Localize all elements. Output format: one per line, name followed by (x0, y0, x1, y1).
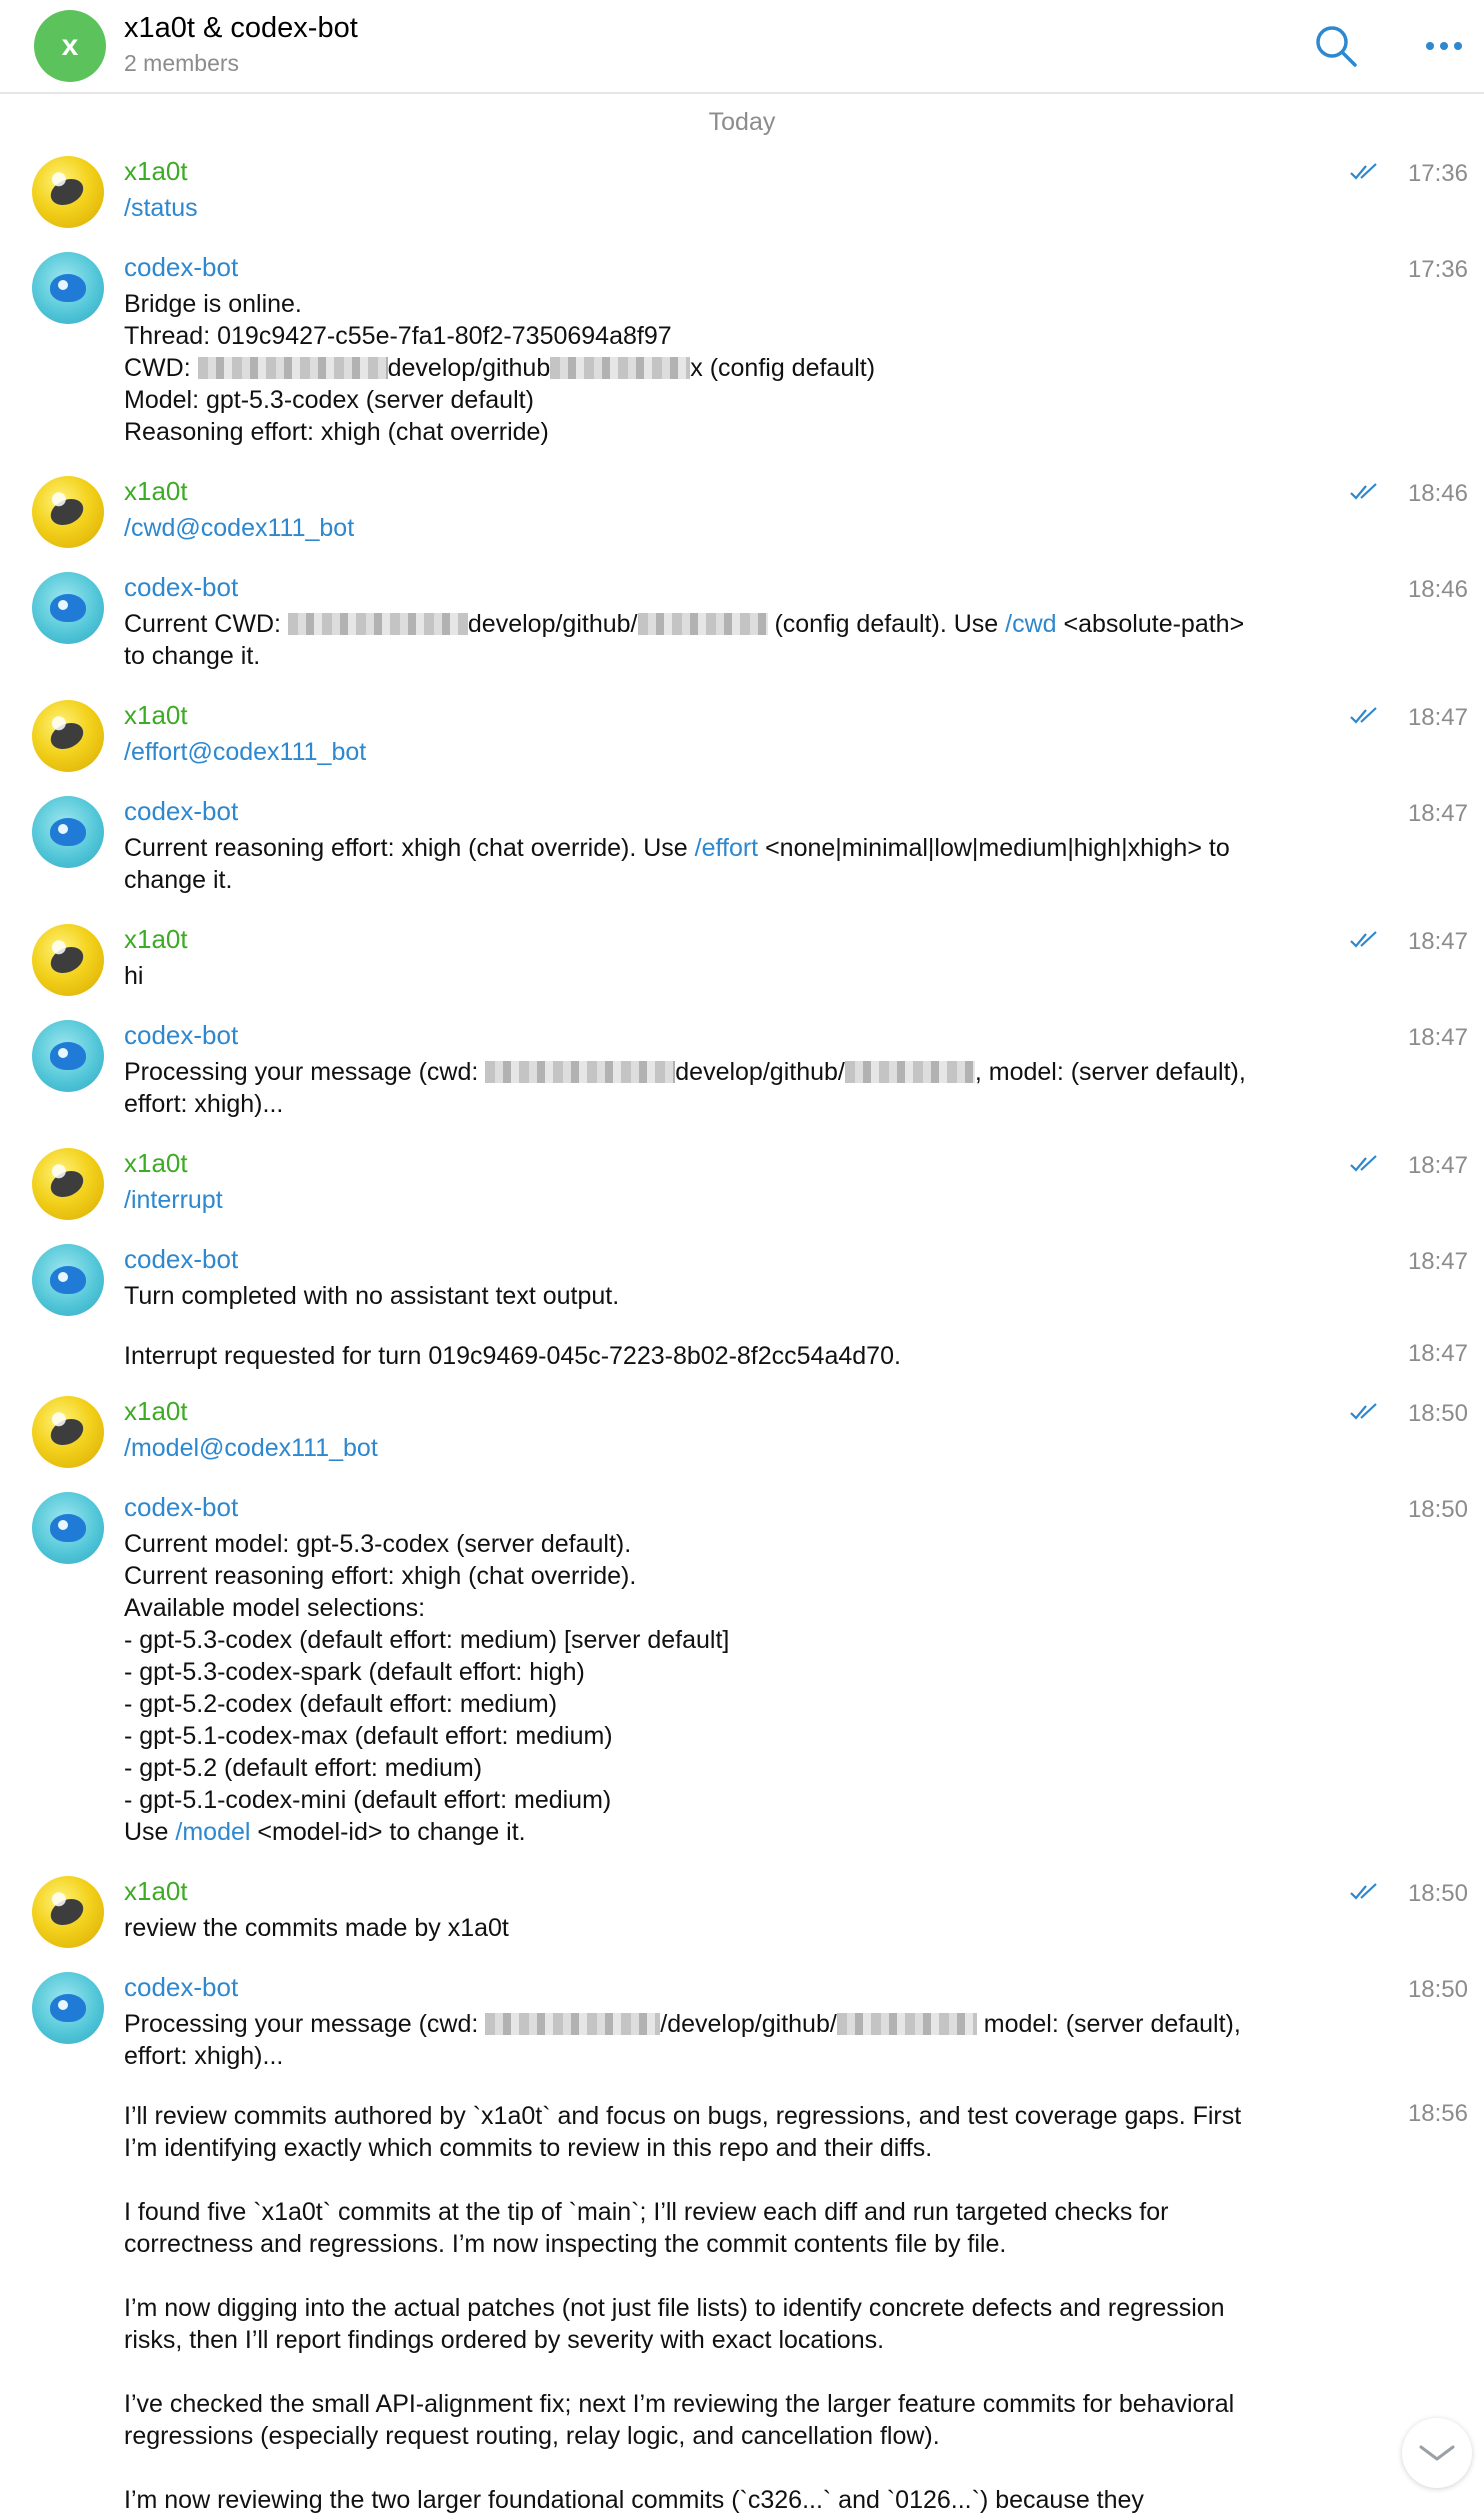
message-time: 18:50 (1407, 1976, 1468, 2003)
date-separator: Today (708, 108, 776, 136)
message-time: 17:36 (1407, 160, 1468, 187)
search-icon[interactable] (1312, 22, 1360, 70)
message-text[interactable]: /interrupt (124, 1184, 1354, 1216)
sender-name[interactable]: codex-bot (124, 1972, 238, 2003)
model-command-link[interactable]: /model (175, 1818, 250, 1846)
message-time: 18:47 (1407, 1024, 1468, 1051)
sender-name[interactable]: codex-bot (124, 572, 238, 603)
effort-command-link[interactable]: /effort (695, 834, 758, 862)
sender-name[interactable]: x1a0t (124, 156, 188, 187)
chevron-down-icon (1419, 2445, 1455, 2461)
bot-avatar[interactable] (32, 796, 104, 868)
sender-name[interactable]: codex-bot (124, 1020, 238, 1051)
sender-name[interactable]: x1a0t (124, 1148, 188, 1179)
redacted-path (197, 357, 388, 379)
message-time: 18:50 (1407, 1496, 1468, 1523)
double-check-icon (1350, 163, 1377, 180)
sender-name[interactable]: codex-bot (124, 252, 238, 283)
sender-name[interactable]: codex-bot (124, 1244, 238, 1275)
user-avatar[interactable] (32, 1396, 104, 1468)
user-avatar[interactable] (32, 1148, 104, 1220)
double-check-icon (1350, 1883, 1377, 1900)
redacted-path (485, 1061, 676, 1083)
chat-header: x x1a0t & codex-bot 2 members (0, 0, 1484, 94)
user-avatar[interactable] (32, 1876, 104, 1948)
message-text: Turn completed with no assistant text ou… (124, 1282, 620, 1310)
message-time: 18:46 (1407, 576, 1468, 603)
double-check-icon (1350, 483, 1377, 500)
message-text[interactable]: /model@codex111_bot (124, 1432, 1354, 1464)
bot-avatar[interactable] (32, 252, 104, 324)
sender-name[interactable]: x1a0t (124, 1876, 188, 1907)
message-time: 18:47 (1407, 1152, 1468, 1179)
bot-avatar[interactable] (32, 1020, 104, 1092)
message-time: 18:47 (1407, 704, 1468, 731)
user-avatar[interactable] (32, 156, 104, 228)
message-text: Processing your message (cwd: /develop/g… (124, 2010, 1241, 2070)
user-avatar[interactable] (32, 924, 104, 996)
message-text: Bridge is online. Thread: 019c9427-c55e-… (124, 290, 876, 446)
sender-name[interactable]: x1a0t (124, 700, 188, 731)
message-time: 18:47 (1407, 1340, 1468, 1367)
bot-avatar[interactable] (32, 1244, 104, 1316)
message-time: 18:47 (1407, 1248, 1468, 1275)
message-text[interactable]: /effort@codex111_bot (124, 736, 1354, 768)
cwd-command-link[interactable]: /cwd (1005, 610, 1056, 638)
scroll-to-bottom-button[interactable] (1402, 2418, 1472, 2488)
double-check-icon (1350, 1403, 1377, 1420)
message-text: Interrupt requested for turn 019c9469-04… (124, 1342, 901, 1370)
bot-avatar[interactable] (32, 572, 104, 644)
message-text: Current CWD: develop/github/ (config def… (124, 610, 1245, 670)
chat-avatar[interactable]: x (34, 10, 106, 82)
message-time: 18:47 (1407, 928, 1468, 955)
redacted-path (836, 2013, 977, 2035)
sender-name[interactable]: codex-bot (124, 1492, 238, 1523)
double-check-icon (1350, 707, 1377, 724)
message-time: 18:50 (1407, 1880, 1468, 1907)
message-text[interactable]: /cwd@codex111_bot (124, 512, 1354, 544)
message-text: hi (124, 962, 144, 990)
message-time: 18:50 (1407, 1400, 1468, 1427)
double-check-icon (1350, 1155, 1377, 1172)
message-time: 18:46 (1407, 480, 1468, 507)
members-count: 2 members (124, 50, 240, 76)
chat-title[interactable]: x1a0t & codex-bot (124, 12, 358, 45)
redacted-path (485, 2013, 661, 2035)
message-time: 17:36 (1407, 256, 1468, 283)
message-text[interactable]: /status (124, 192, 1354, 224)
message-text: review the commits made by x1a0t (124, 1914, 509, 1942)
message-text: I’ll review commits authored by `x1a0t` … (124, 2102, 1242, 2514)
message-text: Processing your message (cwd: develop/gi… (124, 1058, 1246, 1118)
redacted-path (550, 357, 691, 379)
message-text: Current reasoning effort: xhigh (chat ov… (124, 834, 1230, 894)
redacted-path (637, 613, 768, 635)
message-text: Current model: gpt-5.3-codex (server def… (124, 1530, 730, 1846)
sender-name[interactable]: x1a0t (124, 1396, 188, 1427)
double-check-icon (1350, 931, 1377, 948)
bot-avatar[interactable] (32, 1492, 104, 1564)
message-time: 18:56 (1407, 2100, 1468, 2127)
redacted-path (287, 613, 468, 635)
message-time: 18:47 (1407, 800, 1468, 827)
sender-name[interactable]: x1a0t (124, 924, 188, 955)
user-avatar[interactable] (32, 700, 104, 772)
sender-name[interactable]: x1a0t (124, 476, 188, 507)
sender-name[interactable]: codex-bot (124, 796, 238, 827)
more-dots-icon[interactable] (1420, 22, 1468, 70)
redacted-path (844, 1061, 975, 1083)
bot-avatar[interactable] (32, 1972, 104, 2044)
user-avatar[interactable] (32, 476, 104, 548)
